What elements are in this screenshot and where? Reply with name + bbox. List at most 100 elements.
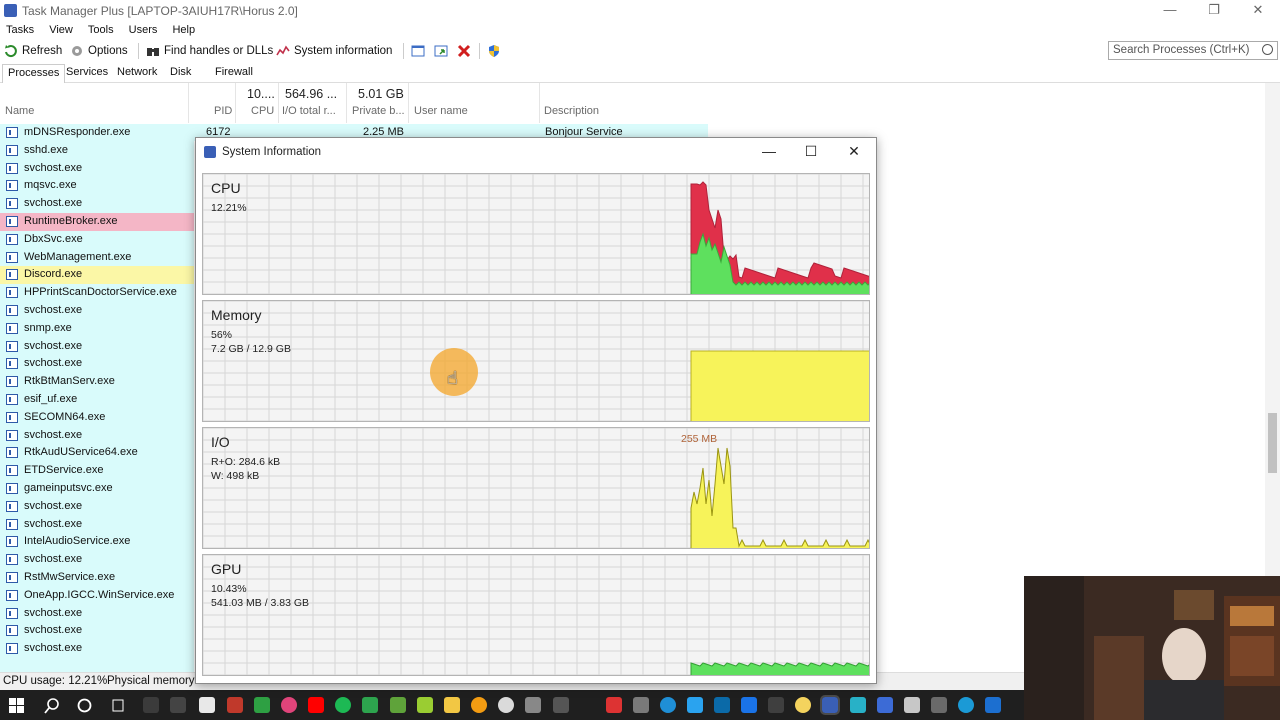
process-row[interactable]: svchost.exe xyxy=(0,605,194,623)
taskbar-app-icon[interactable] xyxy=(170,697,186,713)
process-row[interactable]: RstMwService.exe xyxy=(0,569,194,587)
process-row[interactable]: DbxSvc.exe xyxy=(0,231,194,249)
process-row[interactable]: snmp.exe xyxy=(0,320,194,338)
file-explorer-icon[interactable] xyxy=(444,697,460,713)
menu-view[interactable]: View xyxy=(49,24,73,36)
dialog-maximize-button[interactable]: ☐ xyxy=(796,143,826,161)
system-information-button[interactable]: System information xyxy=(276,42,392,60)
spotify-icon[interactable] xyxy=(335,697,351,713)
taskbar-app-icon[interactable] xyxy=(525,697,541,713)
scrollbar-thumb[interactable] xyxy=(1268,413,1277,473)
taskbar-app-icon[interactable] xyxy=(714,697,730,713)
taskbar-app-icon[interactable] xyxy=(498,697,514,713)
elevate-button[interactable] xyxy=(487,42,501,60)
task-view-icon[interactable] xyxy=(110,698,126,713)
process-row[interactable]: RtkBtManServ.exe xyxy=(0,373,194,391)
search-taskbar-icon[interactable] xyxy=(44,698,60,714)
process-row[interactable]: RtkAudUService64.exe xyxy=(0,444,194,462)
taskbar-app-icon[interactable] xyxy=(985,697,1001,713)
taskbar-app-icon[interactable] xyxy=(958,697,974,713)
process-row[interactable]: IntelAudioService.exe xyxy=(0,533,194,551)
column-user[interactable]: User name xyxy=(414,105,468,117)
taskbar-app-icon[interactable] xyxy=(281,697,297,713)
refresh-button[interactable]: Refresh xyxy=(4,42,62,60)
taskbar-app-icon[interactable] xyxy=(877,697,893,713)
process-row[interactable]: esif_uf.exe xyxy=(0,391,194,409)
process-row[interactable]: gameinputsvc.exe xyxy=(0,480,194,498)
taskbar-app-icon[interactable] xyxy=(254,697,270,713)
restore-button[interactable]: ❐ xyxy=(1192,2,1236,20)
taskbar-app-icon[interactable] xyxy=(606,697,622,713)
process-row[interactable]: svchost.exe xyxy=(0,302,194,320)
taskbar-app-icon[interactable] xyxy=(390,697,406,713)
window-button[interactable] xyxy=(411,42,425,60)
process-row[interactable]: svchost.exe xyxy=(0,622,194,640)
column-name[interactable]: Name xyxy=(5,105,34,117)
minimize-button[interactable]: — xyxy=(1148,2,1192,20)
taskbar-app-icon[interactable] xyxy=(553,697,569,713)
menu-tools[interactable]: Tools xyxy=(88,24,114,36)
dialog-close-button[interactable]: ✕ xyxy=(839,143,869,161)
process-row[interactable]: svchost.exe xyxy=(0,640,194,658)
column-cpu[interactable]: CPU xyxy=(251,105,274,117)
tab-services[interactable]: Services xyxy=(61,64,113,83)
process-row[interactable]: svchost.exe xyxy=(0,195,194,213)
taskbar-app-icon[interactable] xyxy=(768,697,784,713)
taskbar-app-icon[interactable] xyxy=(687,697,703,713)
process-row[interactable]: WebManagement.exe xyxy=(0,249,194,267)
process-row[interactable]: ETDService.exe xyxy=(0,462,194,480)
taskbar-app-icon[interactable] xyxy=(850,697,866,713)
column-io[interactable]: I/O total r... xyxy=(282,105,336,117)
tab-firewall[interactable]: Firewall xyxy=(210,64,258,83)
taskbar-app-icon[interactable] xyxy=(795,697,811,713)
column-pid[interactable]: PID xyxy=(214,105,232,117)
process-row[interactable]: svchost.exe xyxy=(0,498,194,516)
column-private[interactable]: Private b... xyxy=(352,105,405,117)
find-window-button[interactable] xyxy=(434,42,448,60)
process-row[interactable]: svchost.exe xyxy=(0,516,194,534)
taskbar-app-icon[interactable] xyxy=(362,697,378,713)
process-row[interactable]: svchost.exe xyxy=(0,551,194,569)
process-row[interactable]: svchost.exe xyxy=(0,427,194,445)
menu-tasks[interactable]: Tasks xyxy=(6,24,34,36)
tab-network[interactable]: Network xyxy=(112,64,162,83)
process-row[interactable]: mDNSResponder.exe xyxy=(0,124,194,142)
task-manager-plus-taskbar-icon[interactable] xyxy=(820,695,840,715)
taskbar-app-icon[interactable] xyxy=(741,697,757,713)
tab-processes[interactable]: Processes xyxy=(2,64,66,83)
menu-users[interactable]: Users xyxy=(129,24,158,36)
process-row[interactable]: sshd.exe xyxy=(0,142,194,160)
process-row[interactable]: Discord.exe xyxy=(0,266,194,285)
process-list[interactable]: mDNSResponder.exe sshd.exe svchost.exe mqsv… xyxy=(0,124,194,672)
taskbar-app-icon[interactable] xyxy=(931,697,947,713)
close-button[interactable]: ✕ xyxy=(1236,2,1280,20)
options-button[interactable]: Options xyxy=(70,42,128,60)
taskbar-app-icon[interactable] xyxy=(904,697,920,713)
dialog-minimize-button[interactable]: — xyxy=(754,143,784,161)
cortana-icon[interactable] xyxy=(77,698,92,713)
private-total: 5.01 GB xyxy=(358,87,404,101)
process-row[interactable]: svchost.exe xyxy=(0,338,194,356)
process-row[interactable]: SECOMN64.exe xyxy=(0,409,194,427)
process-row[interactable]: mqsvc.exe xyxy=(0,177,194,195)
process-row[interactable]: HPPrintScanDoctorService.exe xyxy=(0,284,194,302)
taskbar-app-icon[interactable] xyxy=(471,697,487,713)
taskbar-app-icon[interactable] xyxy=(199,697,215,713)
settings-taskbar-icon[interactable] xyxy=(143,697,159,713)
process-row[interactable]: svchost.exe xyxy=(0,160,194,178)
taskbar-app-icon[interactable] xyxy=(633,697,649,713)
youtube-icon[interactable] xyxy=(308,697,324,713)
menu-help[interactable]: Help xyxy=(172,24,195,36)
windows-start-icon[interactable] xyxy=(9,698,24,713)
tab-disk[interactable]: Disk xyxy=(165,64,196,83)
edge-icon[interactable] xyxy=(660,697,676,713)
process-row[interactable]: OneApp.IGCC.WinService.exe xyxy=(0,587,194,605)
taskbar-app-icon[interactable] xyxy=(417,697,433,713)
search-input[interactable]: Search Processes (Ctrl+K) xyxy=(1108,41,1278,60)
find-handles-button[interactable]: Find handles or DLLs xyxy=(146,42,273,60)
taskbar-app-icon[interactable] xyxy=(227,697,243,713)
terminate-button[interactable] xyxy=(457,42,471,60)
process-row[interactable]: RuntimeBroker.exe xyxy=(0,212,194,231)
process-row[interactable]: svchost.exe xyxy=(0,355,194,373)
column-description[interactable]: Description xyxy=(544,105,599,117)
